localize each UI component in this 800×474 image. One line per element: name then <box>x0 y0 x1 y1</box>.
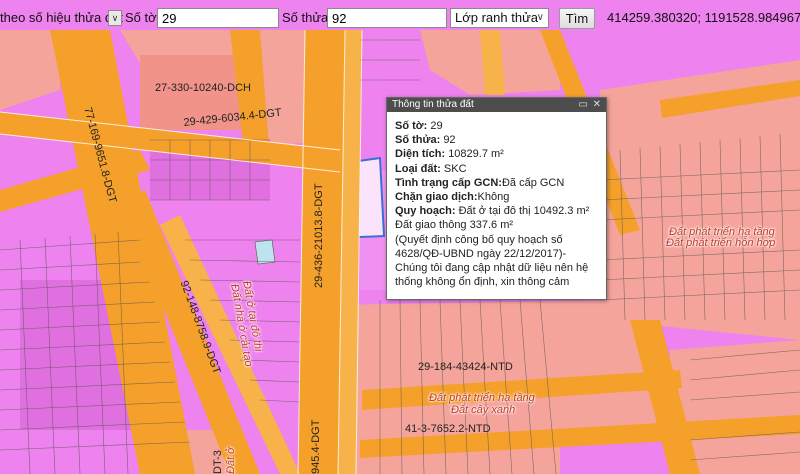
map-label-road-2: 29-436-21013.8-DGT <box>313 183 325 288</box>
info-row-so-thua: Số thửa: 92 <box>395 134 456 147</box>
map-label-parcel-4: 41-3-7652.2-NTD <box>405 423 491 435</box>
info-row-quy-hoach-2: Đất giao thông 337.6 m² <box>395 219 514 232</box>
map-label-parcel-5: DT-3 <box>212 450 224 474</box>
so-thua-input[interactable] <box>327 8 447 28</box>
popup-body: Số tờ: 29 Số thửa: 92 Diện tích: 10829.7… <box>387 112 606 289</box>
search-mode-label: theo số hiệu thửa đất <box>0 10 123 25</box>
note-line-1: (Quyết định công bố quy hoạch số <box>395 233 563 246</box>
info-row-quy-hoach: Quy hoạch: Đất ở tại đô thị 10492.3 m² <box>395 205 590 218</box>
info-row-chan-giao-dich: Chặn giao dịch:Không <box>395 191 510 204</box>
parcel-info-popup: Thông tin thửa đất ▭ ✕ Số tờ: 29 Số thửa… <box>386 97 607 300</box>
info-row-loai-dat: Loại đất: SKC <box>395 162 467 175</box>
search-mode-dropdown[interactable]: ∨ <box>108 10 122 26</box>
layer-select-value: Lớp ranh thửa <box>455 10 539 25</box>
coordinates-readout: 414259.380320; 1191528.984967 <box>607 10 800 25</box>
map-zone-label-green: Đất cây xanh <box>451 404 516 416</box>
map-zone-label-residential: Đất ở <box>225 447 237 474</box>
popup-header: Thông tin thửa đất ▭ ✕ <box>387 98 606 112</box>
so-to-input[interactable] <box>157 8 279 28</box>
note-line-4: thống không ổn định, xin thông cảm <box>395 276 570 289</box>
chevron-down-icon: ∨ <box>111 13 119 23</box>
map-label-parcel-3: 29-184-43424-NTD <box>418 361 513 373</box>
so-thua-label: Số thửa: <box>282 10 332 25</box>
map-zone-label-mixed: Đất phát triển hỗn hợp <box>666 237 776 249</box>
chevron-down-icon: ∨ <box>536 12 544 23</box>
layer-select[interactable]: Lớp ranh thửa ∨ <box>450 8 549 28</box>
popup-title: Thông tin thửa đất <box>392 99 474 110</box>
maximize-icon[interactable]: ▭ <box>579 98 588 112</box>
note-line-2: 4628/QĐ-UBND ngày 22/12/2017)- <box>395 247 567 260</box>
info-row-so-to: Số tờ: 29 <box>395 120 443 132</box>
search-toolbar: theo số hiệu thửa đất ∨ Số tờ: Số thửa: … <box>0 6 800 32</box>
search-button[interactable]: Tìm <box>559 8 595 29</box>
info-row-dien-tich: Diện tích: 10829.7 m² <box>395 148 504 161</box>
so-to-label: Số tờ: <box>125 10 161 25</box>
info-row-tinh-trang: Tình trạng cấp GCN:Đã cấp GCN <box>395 176 565 189</box>
map-zone-label-infrastructure-2: Đất phát triển hạ tầng <box>429 392 535 404</box>
map-label-parcel-1: 27-330-10240-DCH <box>155 82 251 94</box>
map-label-road-4: 945.4-DGT <box>310 419 322 474</box>
note-line-3: Chúng tôi đang cập nhật dữ liệu nên hệ <box>395 262 589 275</box>
close-icon[interactable]: ✕ <box>593 98 601 112</box>
